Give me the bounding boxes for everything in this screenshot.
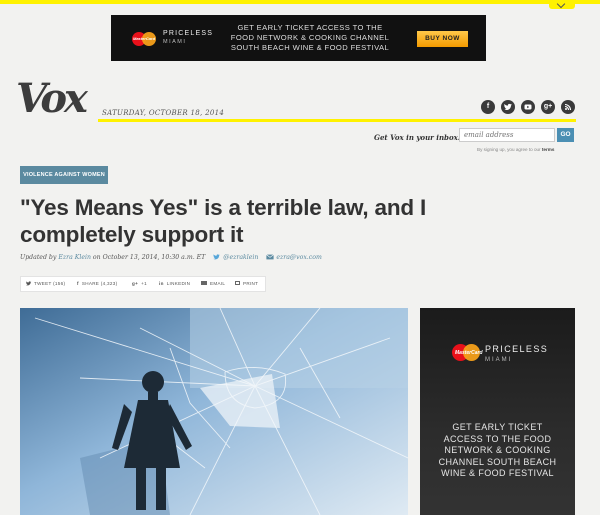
mail-icon (201, 281, 207, 285)
terms-link[interactable]: terms (542, 147, 555, 152)
mastercard-logo: MasterCard (132, 32, 156, 46)
share-bar: TWEET (156) f SHARE (4,323) g+ +1 in LINKED… (20, 276, 266, 292)
chevron-down-icon[interactable] (549, 0, 575, 9)
ad-brand-miami: MIAMI (163, 39, 187, 45)
twitter-icon[interactable] (501, 100, 515, 114)
category-tag[interactable]: VIOLENCE AGAINST WOMEN (20, 166, 108, 184)
google-plus-icon[interactable]: g+ (541, 100, 555, 114)
article-headline: "Yes Means Yes" is a terrible law, and I… (20, 195, 427, 247)
tweet-button[interactable]: TWEET (156) (26, 277, 65, 291)
twitter-icon (213, 254, 221, 260)
linkedin-icon: in (159, 281, 164, 286)
youtube-icon[interactable] (521, 100, 535, 114)
sidebar-ad[interactable]: MasterCard PRICELESS MIAMI GET EARLY TIC… (420, 308, 575, 515)
article-hero-image (20, 308, 408, 515)
masthead-rule (98, 119, 576, 122)
buy-now-button[interactable]: BUY NOW (417, 31, 468, 47)
author-twitter-link[interactable]: @ezraklein (223, 254, 258, 261)
print-button[interactable]: PRINT (235, 277, 258, 291)
byline: Updated by Ezra Klein on October 13, 201… (20, 254, 322, 261)
email-share-button[interactable]: EMAIL (201, 277, 225, 291)
mail-icon (266, 254, 275, 260)
mastercard-logo: MasterCard (452, 344, 483, 361)
email-input[interactable] (459, 128, 555, 142)
top-banner-ad[interactable]: MasterCard PRICELESS MIAMI GET EARLY TIC… (111, 15, 486, 61)
twitter-icon (26, 280, 32, 285)
newsletter-terms: By signing up, you agree to our terms (477, 147, 555, 152)
rss-icon[interactable] (561, 100, 575, 114)
ad-brand-priceless: PRICELESS (163, 30, 214, 37)
ad-copy: GET EARLY TICKET ACCESS TO THE FOOD NETW… (230, 23, 390, 52)
facebook-share-button[interactable]: f SHARE (4,323) (77, 277, 117, 291)
ad-copy: GET EARLY TICKET ACCESS TO THE FOOD NETW… (438, 422, 557, 479)
ad-brand-miami: MIAMI (485, 357, 513, 363)
dateline: SATURDAY, OCTOBER 18, 2014 (102, 109, 225, 117)
author-email-link[interactable]: ezra@vox.com (276, 254, 322, 261)
newsletter-label: Get Vox in your inbox! (374, 133, 461, 142)
google-plus-button[interactable]: g+ +1 (132, 277, 147, 291)
facebook-icon: f (77, 281, 79, 286)
printer-icon (235, 281, 240, 285)
vox-logo[interactable]: Vox (16, 79, 88, 119)
go-button[interactable]: GO (557, 128, 574, 142)
top-accent-bar (0, 0, 600, 4)
linkedin-button[interactable]: in LINKEDIN (159, 277, 190, 291)
facebook-icon[interactable]: f (481, 100, 495, 114)
google-plus-icon: g+ (132, 281, 139, 286)
author-link[interactable]: Ezra Klein (58, 254, 91, 261)
ad-brand-priceless: PRICELESS (485, 344, 549, 354)
